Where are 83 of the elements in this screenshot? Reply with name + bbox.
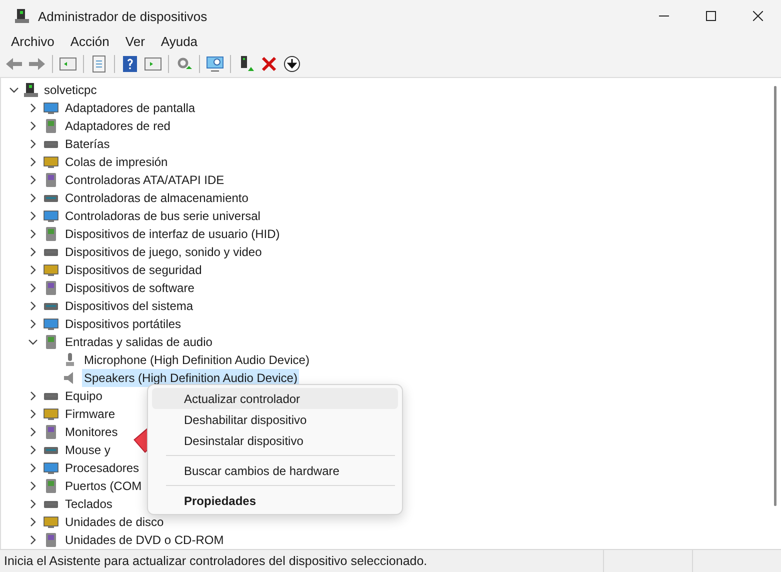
chevron-icon[interactable] — [28, 319, 38, 329]
computer-icon — [15, 8, 29, 24]
help-icon[interactable] — [120, 54, 140, 74]
tree-item[interactable]: Dispositivos portátiles — [63, 315, 184, 333]
tree-item[interactable]: Unidades de disco — [63, 513, 166, 531]
tree-item[interactable]: Unidades de DVD o CD-ROM — [63, 531, 226, 549]
chevron-icon[interactable] — [28, 535, 38, 545]
tree-item[interactable]: Dispositivos de juego, sonido y video — [63, 243, 264, 261]
tree-item[interactable]: Colas de impresión — [63, 153, 170, 171]
menu-item[interactable]: Buscar cambios de hardware — [152, 460, 398, 481]
tree-item[interactable]: Controladoras ATA/ATAPI IDE — [63, 171, 226, 189]
tree-item[interactable]: Microphone (High Definition Audio Device) — [82, 351, 312, 369]
device-icon — [43, 226, 59, 242]
tree-item[interactable]: Mouse y — [63, 441, 112, 459]
chevron-icon[interactable] — [28, 517, 38, 527]
chevron-icon[interactable] — [28, 139, 38, 149]
device-icon — [43, 316, 59, 332]
tree-item[interactable]: Dispositivos del sistema — [63, 297, 196, 315]
chevron-icon[interactable] — [28, 193, 38, 203]
device-icon — [43, 406, 59, 422]
chevron-icon[interactable] — [28, 463, 38, 473]
tree-item[interactable]: Dispositivos de software — [63, 279, 196, 297]
device-icon — [43, 118, 59, 134]
device-icon — [43, 280, 59, 296]
tree-item[interactable]: Controladoras de almacenamiento — [63, 189, 250, 207]
tree-item[interactable]: Procesadores — [63, 459, 142, 477]
chevron-icon[interactable] — [28, 265, 38, 275]
device-icon — [43, 532, 59, 548]
device-icon — [43, 334, 59, 350]
chevron-icon[interactable] — [28, 391, 38, 401]
tree-item[interactable]: Adaptadores de pantalla — [63, 99, 198, 117]
tree-item[interactable]: Dispositivos de seguridad — [63, 261, 204, 279]
menu-item[interactable]: Ver — [118, 34, 152, 49]
device-icon — [43, 154, 59, 170]
chevron-icon[interactable] — [28, 301, 38, 311]
menu-item[interactable]: Ayuda — [154, 34, 205, 49]
tree-item[interactable]: Equipo — [63, 387, 104, 405]
chevron-icon[interactable] — [28, 121, 38, 131]
device-icon — [43, 172, 59, 188]
tree-item[interactable]: Firmware — [63, 405, 117, 423]
device-icon — [43, 262, 59, 278]
menu-item[interactable]: Desinstalar dispositivo — [152, 430, 398, 451]
close-icon[interactable] — [752, 11, 762, 21]
device-icon — [43, 424, 59, 440]
tree-item[interactable]: Controladoras de bus serie universal — [63, 207, 262, 225]
download-icon[interactable] — [282, 54, 302, 74]
device-icon — [43, 460, 59, 476]
menu-item[interactable]: Archivo — [4, 34, 62, 49]
menu-item[interactable]: Acción — [63, 34, 116, 49]
menu-item[interactable]: Actualizar controlador — [152, 388, 398, 409]
chevron-icon[interactable] — [28, 499, 38, 509]
chevron-icon[interactable] — [28, 229, 38, 239]
tree-item[interactable]: Baterías — [63, 135, 112, 153]
chevron-icon[interactable] — [28, 337, 38, 347]
device-icon — [43, 478, 59, 494]
chevron-icon[interactable] — [28, 283, 38, 293]
chevron-icon[interactable] — [28, 409, 38, 419]
tree-item[interactable]: Dispositivos de interfaz de usuario (HID) — [63, 225, 282, 243]
maximize-icon[interactable] — [706, 11, 716, 21]
tree-item[interactable]: Entradas y salidas de audio — [63, 333, 214, 351]
tree-item[interactable]: Adaptadores de red — [63, 117, 172, 135]
menu-item[interactable]: Deshabilitar dispositivo — [152, 409, 398, 430]
chevron-icon[interactable] — [28, 103, 38, 113]
tree-item[interactable]: Teclados — [63, 495, 114, 513]
chevron-icon[interactable] — [28, 157, 38, 167]
chevron-icon[interactable] — [28, 427, 38, 437]
tree-item[interactable]: Puertos (COM — [63, 477, 144, 495]
chevron-icon[interactable] — [9, 85, 19, 95]
device-icon — [43, 208, 59, 224]
chevron-icon[interactable] — [28, 481, 38, 491]
chevron-icon[interactable] — [28, 247, 38, 257]
tree-item[interactable]: Monitores — [63, 423, 120, 441]
device-icon — [43, 100, 59, 116]
monitor-search-icon[interactable] — [205, 54, 225, 74]
chevron-icon[interactable] — [28, 211, 38, 221]
menu-item[interactable]: Propiedades — [152, 490, 398, 511]
computer-icon — [24, 82, 38, 98]
device-icon — [43, 514, 59, 530]
status-text: Inicia el Asistente para actualizar controladores del dispositivo seleccionado. — [3, 553, 428, 570]
chevron-icon[interactable] — [28, 175, 38, 185]
chevron-icon[interactable] — [28, 445, 38, 455]
window-title: Administrador de dispositivos — [38, 8, 208, 24]
tree-item[interactable]: solveticpc — [42, 81, 99, 99]
